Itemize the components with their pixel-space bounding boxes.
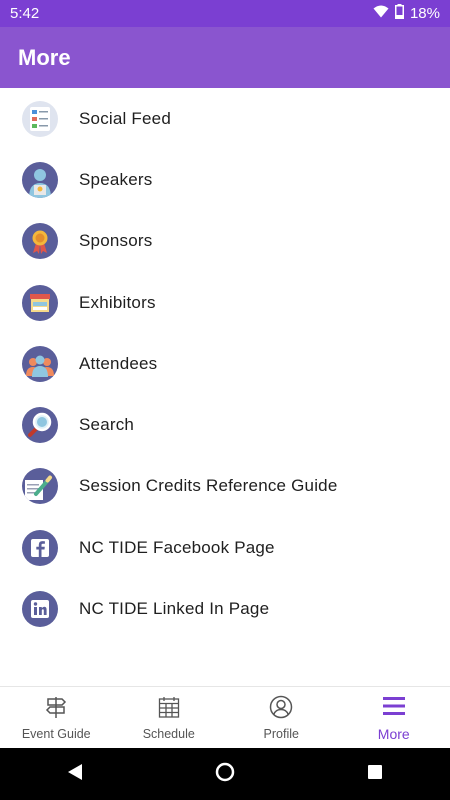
nav-schedule[interactable]: Schedule [113, 687, 226, 749]
menu-item-speakers[interactable]: Speakers [0, 149, 450, 210]
recents-button[interactable] [355, 754, 395, 794]
menu-item-label: Attendees [79, 353, 158, 373]
signpost-icon [44, 695, 68, 724]
facebook-icon [22, 529, 58, 566]
menu-item-sponsors[interactable]: Sponsors [0, 211, 450, 272]
status-time: 5:42 [10, 5, 40, 22]
menu-item-label: Speakers [79, 169, 153, 189]
app-bar: More [0, 27, 450, 88]
menu-item-search[interactable]: Search [0, 394, 450, 455]
attendees-icon [22, 345, 58, 382]
menu-item-social-feed[interactable]: Social Feed [0, 88, 450, 149]
wifi-icon [373, 5, 389, 22]
menu-item-label: Session Credits Reference Guide [79, 476, 338, 496]
nav-label: Schedule [142, 727, 195, 741]
nav-label: Profile [263, 727, 299, 741]
nav-profile[interactable]: Profile [225, 687, 338, 749]
menu-item-label: Exhibitors [79, 292, 156, 312]
calendar-icon [157, 695, 181, 724]
document-pencil-icon [22, 468, 58, 505]
hamburger-menu-icon [382, 694, 406, 723]
status-bar: 5:42 18% [0, 0, 450, 27]
menu-item-label: Search [79, 415, 135, 435]
menu-item-label: Sponsors [79, 231, 153, 251]
recents-square-icon [367, 764, 383, 785]
social-feed-icon [22, 100, 58, 137]
speaker-icon [22, 161, 58, 198]
back-button[interactable] [55, 754, 95, 794]
magnifier-icon [22, 407, 58, 444]
menu-item-session-credits[interactable]: Session Credits Reference Guide [0, 456, 450, 517]
page-title: More [18, 44, 71, 70]
nav-event-guide[interactable]: Event Guide [0, 687, 113, 749]
more-menu-list: Social Feed Speakers Sponsors Exhibitors… [0, 88, 450, 640]
home-circle-icon [215, 762, 235, 787]
nav-label: More [377, 726, 410, 742]
menu-item-attendees[interactable]: Attendees [0, 333, 450, 394]
bottom-navigation: Event Guide Schedule Profile More [0, 686, 450, 749]
exhibitor-booth-icon [22, 284, 58, 321]
battery-percent: 18% [409, 5, 440, 22]
menu-item-label: Social Feed [79, 108, 171, 128]
status-indicators: 18% [373, 4, 440, 23]
profile-icon [269, 695, 293, 724]
menu-item-label: NC TIDE Facebook Page [79, 537, 275, 557]
menu-item-label: NC TIDE Linked In Page [79, 599, 270, 619]
nav-label: Event Guide [21, 727, 91, 741]
nav-more[interactable]: More [338, 687, 450, 749]
back-triangle-icon [66, 763, 84, 786]
system-navigation-bar [0, 748, 450, 800]
award-ribbon-icon [22, 223, 58, 260]
home-button[interactable] [205, 754, 245, 794]
menu-item-exhibitors[interactable]: Exhibitors [0, 272, 450, 333]
battery-icon [394, 4, 404, 23]
menu-item-facebook-page[interactable]: NC TIDE Facebook Page [0, 517, 450, 578]
linkedin-icon [22, 591, 58, 628]
menu-item-linkedin-page[interactable]: NC TIDE Linked In Page [0, 578, 450, 639]
